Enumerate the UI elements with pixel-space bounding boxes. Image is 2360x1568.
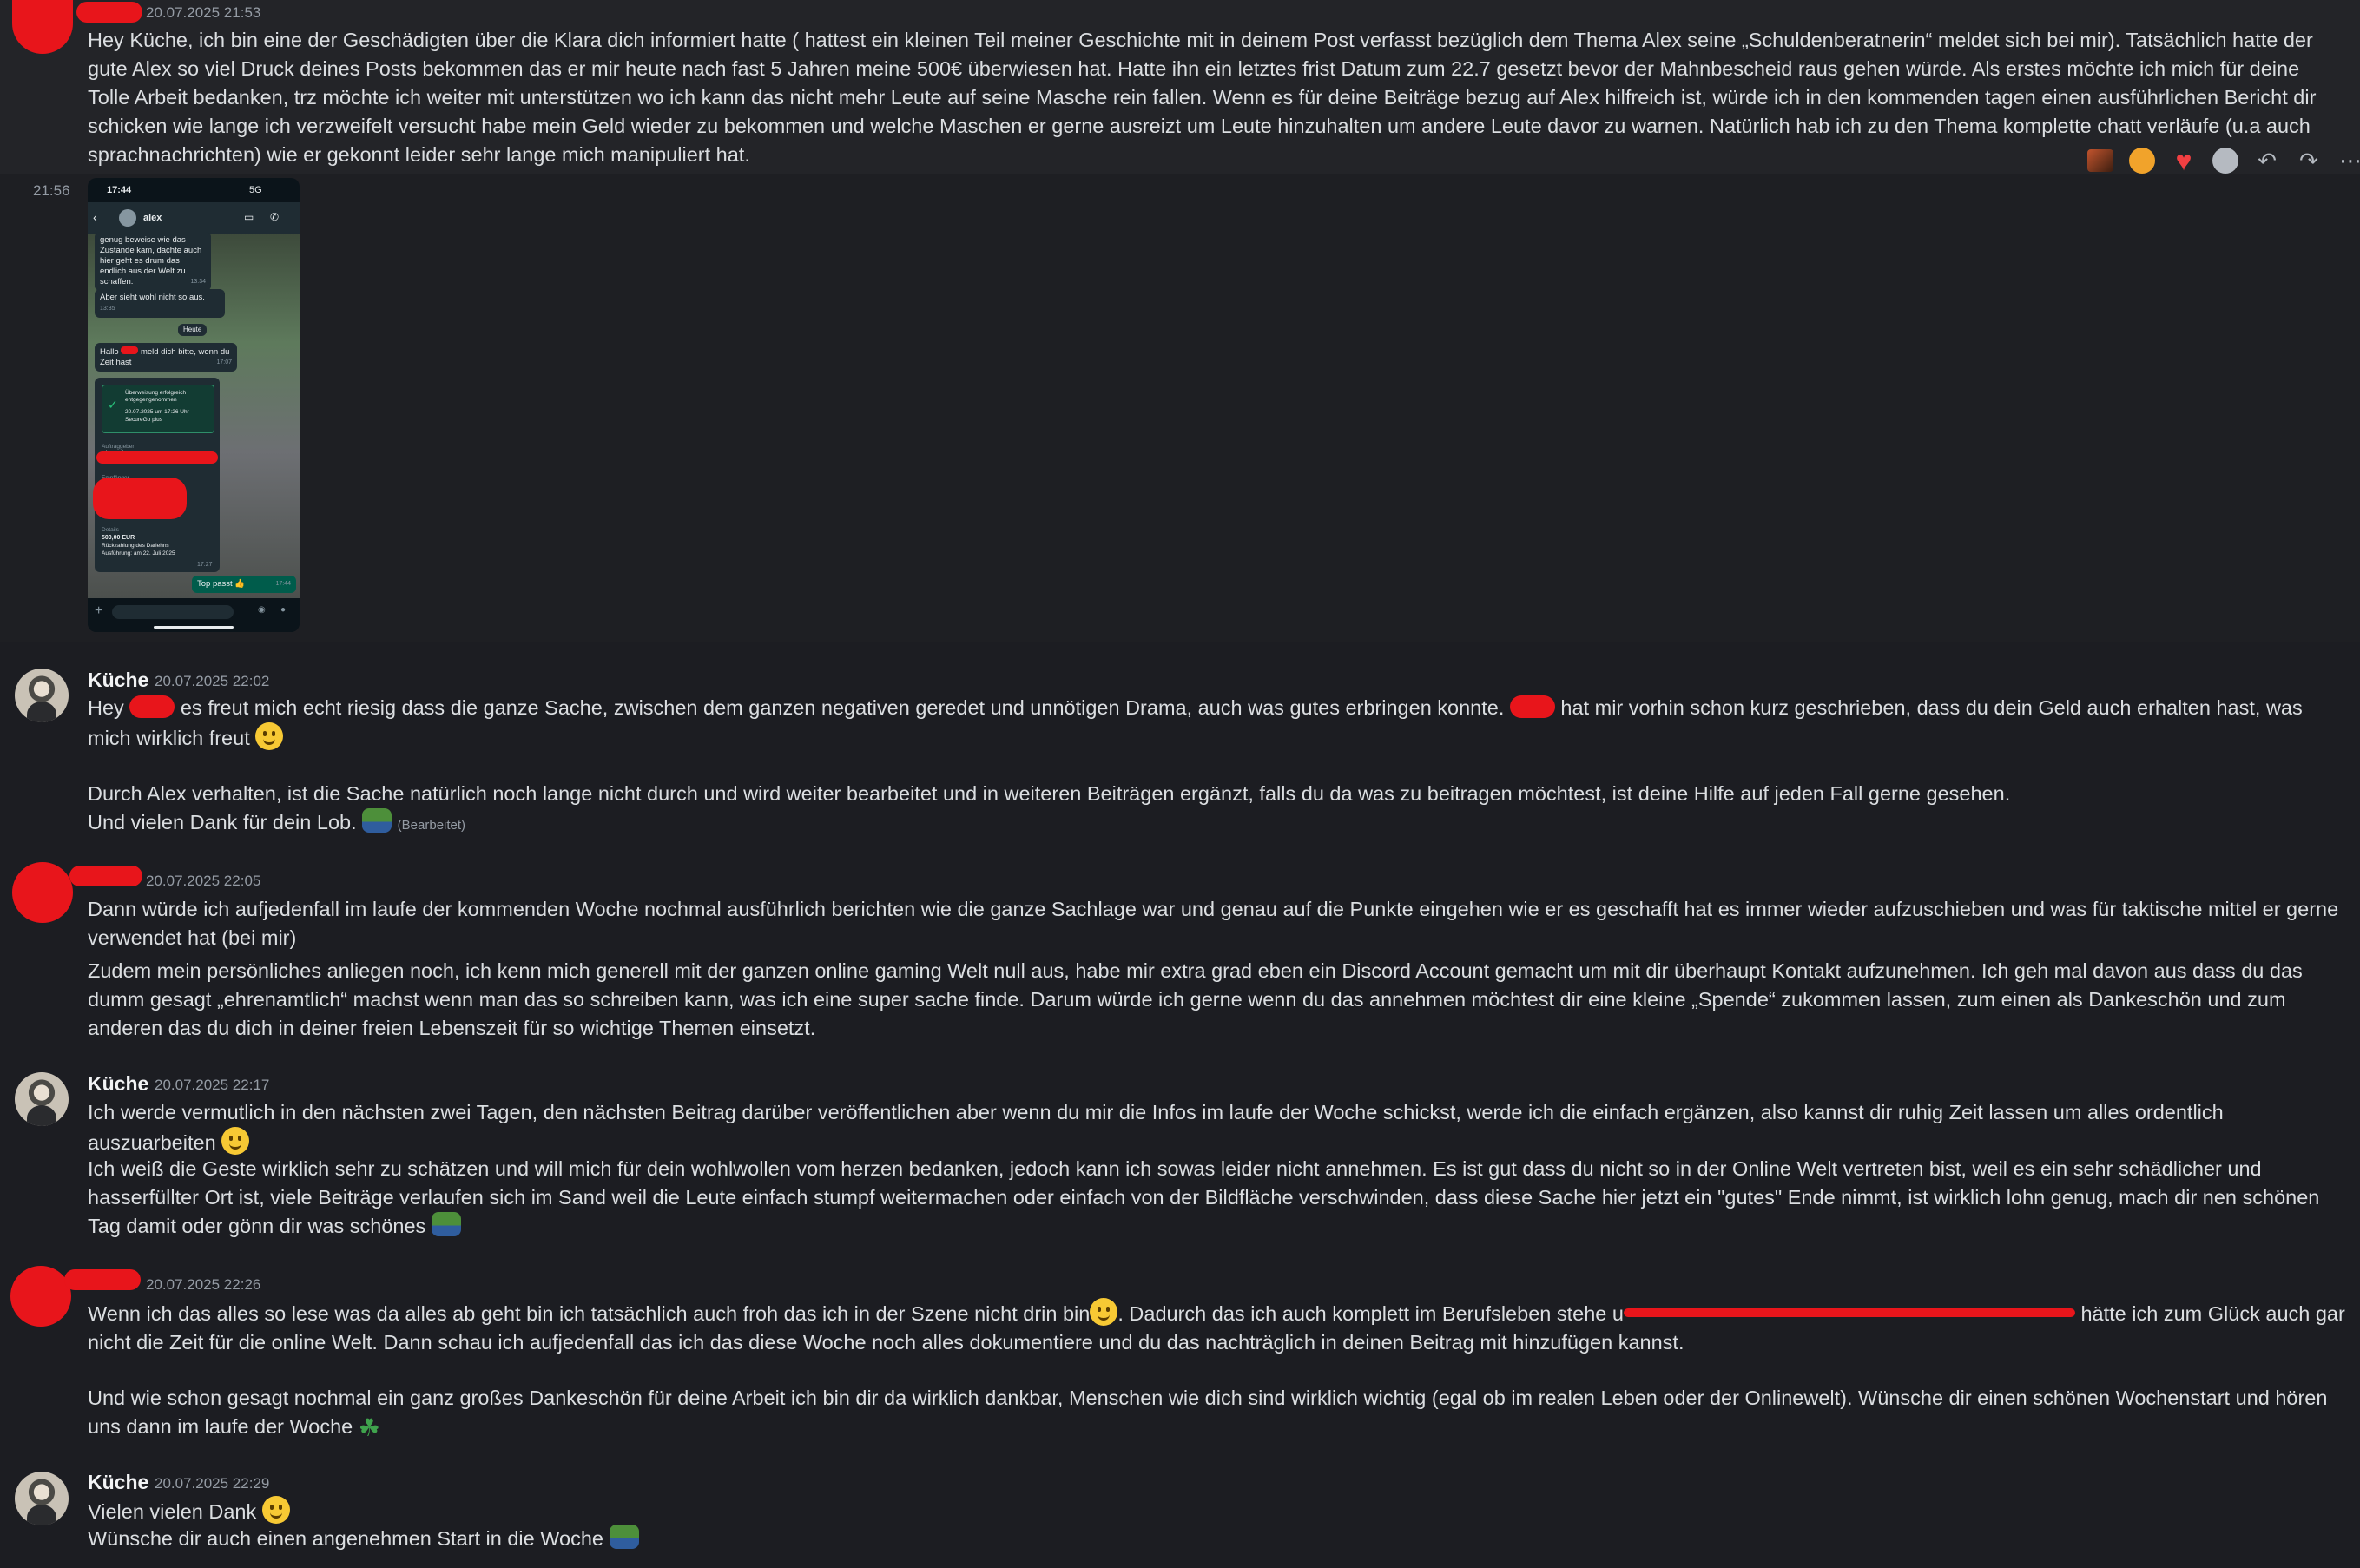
slight-smile-emoji — [255, 722, 284, 750]
chat-bubble: Hallo meld dich bitte, wenn du Zeit hast… — [95, 343, 237, 372]
transfer-card: ✓ Überweisung erfolgreich entgegengenomm… — [95, 378, 220, 572]
message-3[interactable]: Küche 20.07.2025 22:02 Hey es freut mich… — [0, 660, 2360, 842]
avatar-redacted[interactable] — [12, 0, 73, 54]
redaction-mark — [96, 451, 218, 464]
message-timestamp: 20.07.2025 22:02 — [155, 673, 270, 689]
message-input — [112, 605, 234, 619]
author-name[interactable]: Küche — [88, 1471, 148, 1494]
message-timestamp: 20.07.2025 22:29 — [155, 1475, 270, 1492]
forward-icon[interactable]: ↷ — [2294, 146, 2324, 175]
message-toolbar: ♥ ↶ ↷ ⋯ — [2086, 146, 2360, 175]
message-timestamp: 20.07.2025 21:53 — [146, 4, 261, 21]
author-name[interactable]: Küche — [88, 1072, 148, 1096]
video-icon: ▭ — [244, 211, 254, 223]
message-4[interactable]: 20.07.2025 22:05 Dann würde ich aufjeden… — [0, 855, 2360, 1042]
username-redacted[interactable] — [69, 866, 142, 886]
avatar-redacted[interactable] — [10, 1266, 71, 1327]
reply-bubble: Top passt 👍 17:44 — [192, 576, 296, 593]
mic-icon: ● — [280, 605, 287, 615]
avatar[interactable] — [15, 1472, 69, 1525]
home-indicator — [154, 626, 234, 629]
author-name[interactable]: Küche — [88, 669, 148, 692]
slight-smile-emoji — [221, 1127, 250, 1155]
heart-emoji-icon[interactable]: ♥ — [2169, 146, 2198, 175]
message-text: Ich werde vermutlich in den nächsten zwe… — [88, 1101, 2230, 1155]
message-2[interactable]: 21:56 — [0, 174, 2360, 642]
redaction-mark — [129, 695, 175, 718]
message-1[interactable]: 20.07.2025 21:53 Hey Küche, ich bin eine… — [0, 0, 2360, 175]
message-text: Ich weiß die Geste wirklich sehr zu schä… — [88, 1157, 2325, 1237]
message-text: Zudem mein persönliches anliegen noch, i… — [88, 959, 2309, 1039]
contact-avatar — [119, 209, 136, 227]
phone-status-bar: 17:44 5G — [88, 178, 300, 202]
plus-icon: + — [95, 603, 103, 618]
shamrock-emoji: ☘ — [358, 1414, 380, 1441]
camera-icon: ◉ — [258, 605, 266, 615]
sweat-smile-emoji — [1090, 1298, 1118, 1326]
redacted-strikethrough — [1623, 1308, 2075, 1317]
username-redacted[interactable] — [64, 1269, 141, 1290]
message-text: Und vielen Dank für dein Lob. (Bearbeite… — [88, 808, 2345, 840]
phone-time: 17:44 — [107, 185, 132, 195]
frog-emoji — [431, 1212, 461, 1236]
message-7[interactable]: Küche 20.07.2025 22:29 Vielen vielen Dan… — [0, 1459, 2360, 1563]
slight-smile-emoji — [261, 1496, 290, 1524]
contact-name: alex — [143, 213, 162, 223]
message-text: Hey Küche, ich bin eine der Geschädigten… — [88, 29, 2322, 166]
message-timestamp: 20.07.2025 22:05 — [146, 873, 261, 889]
edited-label: (Bearbeitet) — [397, 818, 466, 833]
chat-bubble: genug beweise wie das Zustande kam, dach… — [95, 232, 211, 291]
message-5[interactable]: Küche 20.07.2025 22:17 Ich werde vermutl… — [0, 1059, 2360, 1250]
phone-call-icon: ✆ — [270, 211, 280, 223]
message-text: Dann würde ich aufjedenfall im laufe der… — [88, 898, 2344, 949]
message-text: Vielen vielen Dank — [88, 1496, 2345, 1526]
message-text: Durch Alex verhalten, ist die Sache natü… — [88, 782, 2011, 805]
reaction-image-icon[interactable] — [2086, 146, 2115, 175]
message-timestamp: 20.07.2025 22:17 — [155, 1077, 270, 1093]
avatar-redacted[interactable] — [12, 862, 73, 923]
message-text: Und wie schon gesagt nochmal ein ganz gr… — [88, 1387, 2333, 1441]
attached-screenshot[interactable]: 17:44 5G ‹ alex ▭ ✆ genug beweise wie da… — [88, 178, 300, 632]
chat-bubble: Aber sieht wohl nicht so aus. 13:35 — [95, 289, 225, 318]
chat-input-bar: + ◉ ● — [88, 598, 300, 632]
message-text: Wenn ich das alles so lese was da alles … — [88, 1298, 2345, 1357]
more-icon[interactable]: ⋯ — [2336, 146, 2360, 175]
date-chip: Heute — [178, 324, 208, 336]
message-timestamp: 20.07.2025 22:26 — [146, 1276, 261, 1293]
avatar[interactable] — [15, 1072, 69, 1126]
avatar[interactable] — [15, 669, 69, 722]
check-icon: ✓ — [108, 398, 118, 412]
reply-icon[interactable]: ↶ — [2252, 146, 2282, 175]
add-reaction-icon[interactable] — [2211, 146, 2240, 175]
message-side-time: 21:56 — [33, 182, 70, 199]
redaction-mark — [93, 478, 187, 519]
frog-emoji — [362, 808, 392, 833]
username-redacted[interactable] — [76, 2, 142, 23]
frog-emoji — [609, 1525, 639, 1549]
message-6[interactable]: 20.07.2025 22:26 Wenn ich das alles so l… — [0, 1259, 2360, 1446]
back-icon: ‹ — [93, 210, 97, 224]
lion-emoji-icon[interactable] — [2127, 146, 2157, 175]
redaction-mark — [1509, 695, 1555, 718]
chat-header: ‹ alex ▭ ✆ — [88, 202, 300, 234]
message-text: Wünsche dir auch einen angenehmen Start … — [88, 1525, 2345, 1553]
message-text: Hey es freut mich echt riesig dass die g… — [88, 695, 2309, 750]
phone-signal: 5G — [249, 185, 262, 195]
